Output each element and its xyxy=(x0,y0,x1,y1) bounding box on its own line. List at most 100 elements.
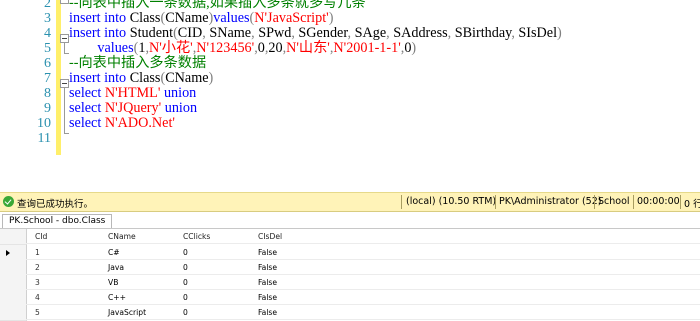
table-cell[interactable]: False xyxy=(258,305,277,320)
query-status-bar: 查询已成功执行。 (local) (10.50 RTM) PK\Administ… xyxy=(0,192,700,212)
row-selector[interactable] xyxy=(0,305,27,321)
table-cell[interactable]: Java xyxy=(108,260,124,275)
server-info: (local) (10.50 RTM) xyxy=(406,196,497,207)
table-cell[interactable]: False xyxy=(258,275,277,290)
table-row[interactable]: 3 VB 0 False xyxy=(0,275,700,291)
table-row[interactable]: 1 C# 0 False xyxy=(0,245,700,261)
table-cell[interactable]: False xyxy=(258,260,277,275)
code-token: union xyxy=(164,100,198,116)
code-text: select N'JQuery' union xyxy=(69,101,197,116)
code-token: Student xyxy=(126,25,174,41)
line-number: 2 xyxy=(44,0,51,11)
code-token: N'123456' xyxy=(196,40,255,56)
code-token: N'JavaScript' xyxy=(254,10,329,26)
table-cell[interactable]: 4 xyxy=(35,290,40,305)
code-token: values xyxy=(69,40,134,56)
column-header[interactable]: CId xyxy=(35,229,47,244)
code-token: CID xyxy=(177,25,203,41)
code-token: select xyxy=(69,100,102,116)
results-tab[interactable]: PK.School - dbo.Class xyxy=(2,214,113,228)
results-grid[interactable]: CId CName CClicks CIsDel 1 C# 0 False 2 Java 0 Fals… xyxy=(0,228,700,321)
table-cell[interactable]: C++ xyxy=(108,290,126,305)
code-token: select xyxy=(69,85,102,101)
table-cell[interactable]: 0 xyxy=(183,275,188,290)
code-token: , xyxy=(447,25,455,41)
line-number: 6 xyxy=(44,56,51,71)
line-number: 4 xyxy=(44,26,51,41)
code-token: N'JQuery' xyxy=(104,100,162,116)
code-token: SName xyxy=(209,25,252,41)
code-token: SPwd xyxy=(258,25,292,41)
code-token: N'2001-1-1' xyxy=(333,40,401,56)
table-row[interactable]: 2 Java 0 False xyxy=(0,260,700,276)
table-cell[interactable]: False xyxy=(258,290,277,305)
code-token: ) xyxy=(557,25,562,41)
code-line[interactable]: 7 insert into Class(CName) xyxy=(0,70,700,87)
sql-editor[interactable]: 2 --向表中插入一条数据,如果插入多条就多写几条 3 insert into Cla… xyxy=(0,0,700,192)
table-cell[interactable]: 1 xyxy=(35,245,40,260)
code-token: Class xyxy=(126,70,161,86)
table-cell[interactable]: 0 xyxy=(183,305,188,320)
table-cell[interactable]: C# xyxy=(108,245,120,260)
row-selector[interactable] xyxy=(0,290,27,306)
grid-corner[interactable] xyxy=(0,229,27,245)
line-number: 8 xyxy=(44,86,51,101)
current-row-arrow-icon xyxy=(6,250,10,256)
code-text: insert into Student(CID, SName, SPwd, SG… xyxy=(69,26,562,41)
elapsed-time: 00:00:00 xyxy=(637,196,680,207)
code-token: insert xyxy=(69,70,101,86)
code-text: values(1,N'小花',N'123456',0,20,N'山东',N'20… xyxy=(69,41,416,56)
row-divider xyxy=(26,243,700,244)
code-token: CName xyxy=(165,10,209,26)
code-token: select xyxy=(69,115,102,131)
column-header[interactable]: CIsDel xyxy=(258,229,282,244)
table-cell[interactable]: VB xyxy=(108,275,118,290)
code-token: --向表中插入多条数据 xyxy=(69,55,207,71)
row-selector[interactable] xyxy=(0,245,27,261)
code-token: SBirthday xyxy=(454,25,512,41)
user-info: PK\Administrator (52) xyxy=(499,196,602,207)
code-token: values xyxy=(213,10,250,26)
table-cell[interactable]: 5 xyxy=(35,305,40,320)
code-line[interactable]: 10 select N'ADO.Net' xyxy=(0,116,700,132)
line-number: 7 xyxy=(44,71,51,86)
code-line[interactable]: 8 select N'HTML' union xyxy=(0,85,700,102)
code-text: insert into Class(CName)values(N'JavaScr… xyxy=(69,11,333,26)
database-name: School xyxy=(598,196,630,207)
rows-count: 0 行 xyxy=(684,199,700,210)
code-text: select N'ADO.Net' xyxy=(69,116,175,131)
code-line[interactable]: 6 --向表中插入多条数据 xyxy=(0,55,700,72)
code-token: N'HTML' xyxy=(104,85,161,101)
code-line[interactable]: 4 insert into Student(CID, SName, SPwd, S… xyxy=(0,26,700,42)
column-header[interactable]: CClicks xyxy=(183,229,210,244)
line-number: 5 xyxy=(44,41,51,56)
code-token: ) xyxy=(411,40,417,56)
code-token: into xyxy=(104,25,127,41)
table-cell[interactable]: JavaScript xyxy=(108,305,146,320)
table-cell[interactable]: 2 xyxy=(35,260,40,275)
table-cell[interactable]: 3 xyxy=(35,275,40,290)
table-cell[interactable]: False xyxy=(258,245,277,260)
column-header[interactable]: CName xyxy=(108,229,136,244)
table-cell[interactable]: 0 xyxy=(183,245,188,260)
code-line[interactable]: 11 xyxy=(0,131,700,146)
results-pane: PK.School - dbo.Class CId CName CClicks CIs… xyxy=(0,212,700,321)
row-selector[interactable] xyxy=(0,260,27,276)
table-row[interactable]: 5 JavaScript 0 False xyxy=(0,305,700,321)
table-cell[interactable]: 0 xyxy=(183,260,188,275)
code-line[interactable]: 9 select N'JQuery' union xyxy=(0,101,700,117)
code-token: SIsDel xyxy=(518,25,558,41)
code-token: insert xyxy=(69,10,101,26)
code-line[interactable]: 3 insert into Class(CName)values(N'JavaSc… xyxy=(0,11,700,27)
code-token: N'ADO.Net' xyxy=(104,115,175,131)
table-row[interactable]: 4 C++ 0 False xyxy=(0,290,700,306)
status-separator xyxy=(594,195,595,209)
code-token: union xyxy=(163,85,197,101)
grid-header-row: CId CName CClicks CIsDel xyxy=(0,229,700,245)
code-line[interactable]: 5 values(1,N'小花',N'123456',0,20,N'山东',N'… xyxy=(0,41,700,57)
table-cell[interactable]: 0 xyxy=(183,290,188,305)
status-separator xyxy=(495,195,496,209)
code-token: SAge xyxy=(354,25,387,41)
status-separator xyxy=(680,195,681,209)
row-selector[interactable] xyxy=(0,275,27,291)
